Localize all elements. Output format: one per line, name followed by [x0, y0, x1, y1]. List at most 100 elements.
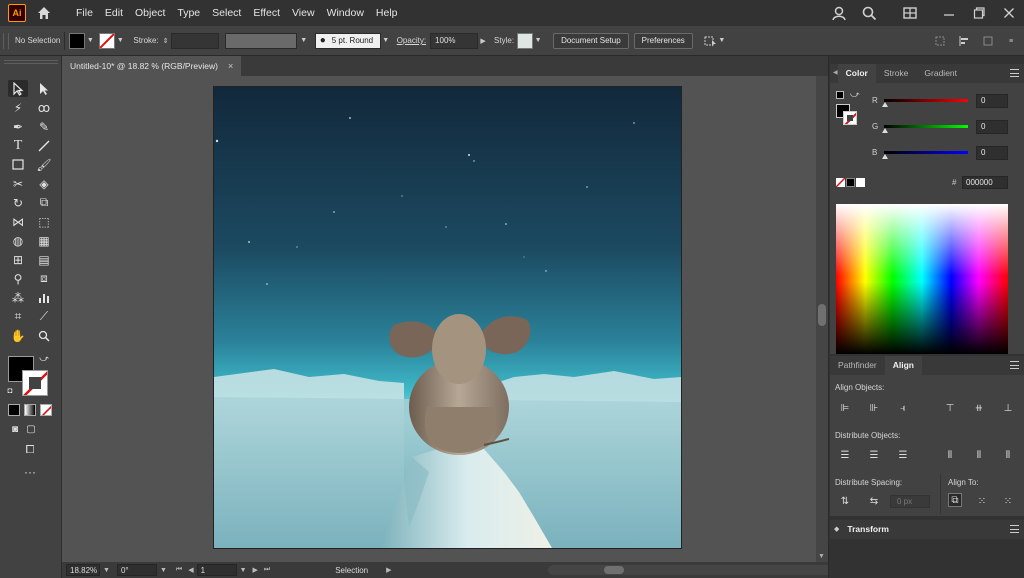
distribute-right-icon[interactable]: ⦀: [1001, 448, 1015, 462]
chevron-down-icon[interactable]: ▼: [717, 33, 727, 49]
shape-builder-tool-icon[interactable]: ◍: [8, 232, 28, 249]
distribute-horizontal-center-icon[interactable]: ⦀: [972, 448, 986, 462]
line-segment-tool-icon[interactable]: [34, 137, 54, 154]
scale-tool-icon[interactable]: ⧉: [34, 194, 54, 211]
magic-wand-tool-icon[interactable]: ⚡: [8, 99, 28, 116]
workspace-icon[interactable]: [902, 5, 918, 21]
lasso-tool-icon[interactable]: ꝏ: [34, 99, 54, 116]
variable-width-profile[interactable]: [224, 32, 297, 49]
artboard[interactable]: [214, 87, 681, 548]
panel-menu-icon[interactable]: [1010, 69, 1019, 77]
shaper-tool-icon[interactable]: ✂: [8, 175, 28, 192]
gradient-mode-icon[interactable]: [24, 404, 36, 416]
align-vertical-center-icon[interactable]: ⧺: [972, 401, 986, 415]
stroke-swatch[interactable]: [843, 111, 857, 125]
draw-behind-icon[interactable]: ▢: [24, 422, 38, 436]
distribute-top-icon[interactable]: ☰: [838, 448, 852, 462]
collapse-icon[interactable]: ◀: [830, 64, 838, 83]
chevron-down-icon[interactable]: ▼: [533, 33, 543, 49]
menu-help[interactable]: Help: [370, 0, 404, 26]
menu-select[interactable]: Select: [206, 0, 247, 26]
chevron-down-icon[interactable]: ▼: [115, 33, 125, 49]
stroke-swatch[interactable]: [99, 32, 116, 49]
tab-pathfinder[interactable]: Pathfinder: [830, 356, 885, 375]
document-setup-button[interactable]: Document Setup: [553, 32, 629, 49]
menu-type[interactable]: Type: [171, 0, 206, 26]
swap-colors-icon[interactable]: ⤻: [850, 89, 860, 100]
white-swatch[interactable]: [856, 178, 865, 187]
next-artboard-icon[interactable]: ▶: [253, 566, 258, 574]
isolate-icon[interactable]: [982, 35, 994, 47]
align-horizontal-center-icon[interactable]: ⊪: [867, 401, 881, 415]
tab-color[interactable]: Color: [837, 64, 876, 83]
red-slider[interactable]: R 0: [872, 94, 1022, 108]
eyedropper-tool-icon[interactable]: ⚲: [8, 270, 28, 287]
fill-swatch[interactable]: [69, 32, 86, 49]
direct-selection-tool-icon[interactable]: [34, 80, 54, 97]
width-tool-icon[interactable]: ⋈: [8, 213, 28, 230]
hand-tool-icon[interactable]: ✋: [8, 327, 28, 344]
chevron-down-icon[interactable]: ▼: [85, 33, 95, 49]
draw-normal-icon[interactable]: ◙: [8, 422, 22, 436]
opacity-label[interactable]: Opacity:: [397, 36, 426, 45]
symbol-sprayer-tool-icon[interactable]: ⁂: [8, 289, 28, 306]
chevron-down-icon[interactable]: ▼: [240, 567, 247, 574]
document-tab[interactable]: Untitled-10* @ 18.82 % (RGB/Preview) ×: [62, 56, 242, 76]
brush-definition[interactable]: ● 5 pt. Round: [314, 32, 381, 49]
panel-menu-icon[interactable]: ≡: [1006, 33, 1016, 49]
vertical-scroll-thumb[interactable]: [818, 304, 826, 326]
prev-artboard-icon[interactable]: ◀: [188, 566, 193, 574]
default-colors-icon[interactable]: [836, 91, 844, 99]
none-swatch[interactable]: [836, 178, 845, 187]
menu-effect[interactable]: Effect: [247, 0, 286, 26]
none-mode-icon[interactable]: [40, 404, 52, 416]
type-tool-icon[interactable]: T: [8, 137, 28, 154]
rotate-tool-icon[interactable]: ↻: [8, 194, 28, 211]
last-artboard-icon[interactable]: ⏭: [264, 566, 270, 574]
artboard-tool-icon[interactable]: ⌗: [8, 308, 28, 325]
color-spectrum[interactable]: [836, 204, 1008, 354]
menu-object[interactable]: Object: [129, 0, 171, 26]
edit-toolbar-icon[interactable]: ···: [20, 465, 40, 479]
align-to-selection-icon[interactable]: ⧉: [948, 493, 962, 507]
green-knob[interactable]: [882, 128, 888, 133]
hex-field[interactable]: 000000: [962, 176, 1008, 189]
red-track[interactable]: [884, 99, 968, 102]
close-tab-icon[interactable]: ×: [228, 61, 233, 71]
close-icon[interactable]: [1001, 5, 1017, 21]
menu-view[interactable]: View: [286, 0, 321, 26]
swap-fill-stroke-icon[interactable]: ⤻: [38, 352, 50, 364]
zoom-tool-icon[interactable]: [34, 327, 54, 344]
red-knob[interactable]: [882, 102, 888, 107]
graphic-style-swatch[interactable]: [517, 32, 534, 49]
distribute-horizontal-space-icon[interactable]: ⇆: [867, 494, 881, 508]
minimize-icon[interactable]: [941, 5, 957, 21]
stroke-color-box[interactable]: [22, 370, 48, 396]
user-icon[interactable]: [831, 5, 847, 21]
green-track[interactable]: [884, 125, 968, 128]
chevron-down-icon[interactable]: ▼: [160, 567, 167, 574]
align-to-artboard-icon[interactable]: ⁙: [1001, 494, 1015, 508]
distribute-vertical-space-icon[interactable]: ⇅: [838, 494, 852, 508]
chevron-down-icon[interactable]: ▼: [103, 567, 110, 574]
align-left-icon[interactable]: ⊫: [838, 401, 852, 415]
stroke-weight-field[interactable]: [170, 32, 219, 49]
blue-knob[interactable]: [882, 154, 888, 159]
tab-stroke[interactable]: Stroke: [876, 64, 917, 83]
mesh-tool-icon[interactable]: ⊞: [8, 251, 28, 268]
preferences-button[interactable]: Preferences: [633, 32, 693, 49]
transform-icon[interactable]: [934, 35, 946, 47]
expand-icon[interactable]: ◆: [830, 520, 839, 539]
perspective-grid-tool-icon[interactable]: ▦: [34, 232, 54, 249]
menu-window[interactable]: Window: [321, 0, 370, 26]
eraser-tool-icon[interactable]: ◈: [34, 175, 54, 192]
distribute-left-icon[interactable]: ⦀: [943, 448, 957, 462]
rectangle-tool-icon[interactable]: [8, 156, 28, 173]
selection-tool-icon[interactable]: [8, 80, 28, 97]
panel-menu-icon[interactable]: [1010, 361, 1019, 369]
curvature-tool-icon[interactable]: ✎: [34, 118, 54, 135]
home-icon[interactable]: [36, 5, 52, 21]
green-value[interactable]: 0: [976, 120, 1008, 134]
horizontal-scroll-thumb[interactable]: [604, 566, 624, 574]
chevron-down-icon[interactable]: ▼: [381, 33, 391, 49]
